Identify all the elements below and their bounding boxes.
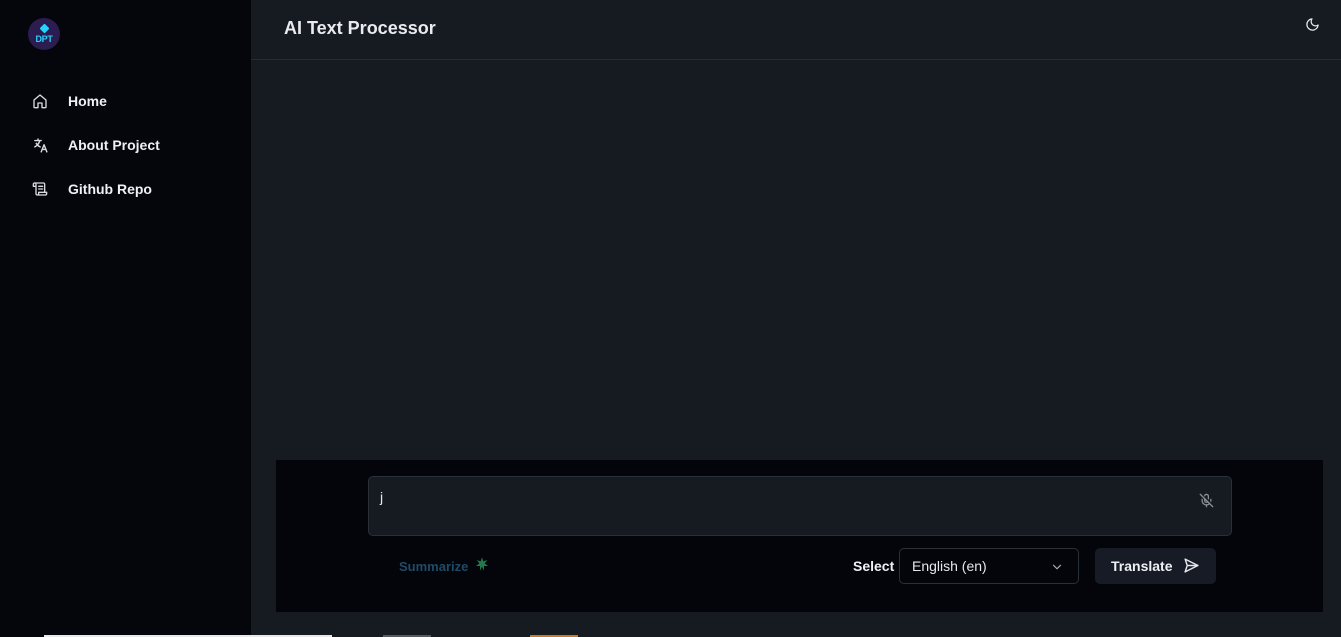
sparkle-icon [474,556,490,577]
logo-text: DPT [35,33,53,44]
translate-label: Translate [1111,558,1173,574]
language-select-value: English (en) [912,558,987,574]
send-icon [1183,557,1201,575]
sidebar-item-home[interactable]: Home [0,79,251,123]
scroll-icon [31,180,49,198]
select-label: Select [853,558,895,574]
sidebar-item-label: Github Repo [68,181,152,197]
sidebar: DPT Home About Project Github Repo [0,0,251,637]
page-title: AI Text Processor [284,18,436,38]
translate-button[interactable]: Translate [1095,548,1216,584]
theme-toggle-button[interactable] [1303,18,1321,36]
text-input-container [368,476,1232,536]
sidebar-nav: Home About Project Github Repo [0,79,251,211]
top-bar: AI Text Processor [251,0,1341,60]
text-input[interactable] [369,477,1189,535]
summarize-label: Summarize [399,558,469,574]
mic-button[interactable] [1197,493,1215,513]
sidebar-item-about[interactable]: About Project [0,123,251,167]
sidebar-item-label: Home [68,93,107,109]
chevron-down-icon [1050,560,1064,574]
app-logo[interactable]: DPT [28,18,60,50]
language-select[interactable]: English (en) [899,548,1079,584]
moon-icon [1305,17,1320,37]
home-icon [31,92,49,110]
sidebar-item-github[interactable]: Github Repo [0,167,251,211]
mic-off-icon [1199,493,1214,513]
summarize-button[interactable]: Summarize [399,556,490,576]
sidebar-item-label: About Project [68,137,160,153]
translate-icon [31,136,49,154]
logo-gem-icon [39,23,49,33]
composer-panel: Summarize Select English (en) Translate [276,460,1323,612]
